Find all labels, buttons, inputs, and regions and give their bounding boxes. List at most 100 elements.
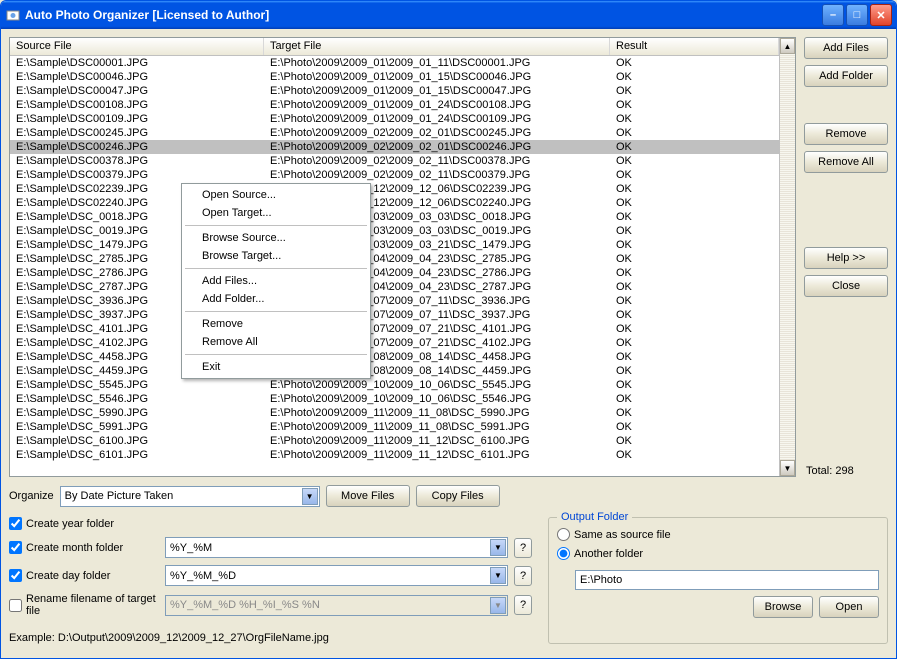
add-files-button[interactable]: Add Files: [804, 37, 888, 59]
list-row[interactable]: E:\Sample\DSC02239.JPGE:\Photo\2009\2009…: [10, 182, 779, 196]
list-row[interactable]: E:\Sample\DSC_6101.JPGE:\Photo\2009\2009…: [10, 448, 779, 462]
menu-open-target[interactable]: Open Target...: [184, 204, 368, 222]
cell-result: OK: [610, 280, 779, 294]
menu-open-source[interactable]: Open Source...: [184, 186, 368, 204]
cell-result: OK: [610, 266, 779, 280]
menu-separator: [185, 225, 367, 226]
cell-result: OK: [610, 196, 779, 210]
browse-button[interactable]: Browse: [753, 596, 813, 618]
list-row[interactable]: E:\Sample\DSC_2787.JPGE:\Photo\2009\2009…: [10, 280, 779, 294]
scroll-down-button[interactable]: ▼: [780, 460, 795, 476]
list-row[interactable]: E:\Sample\DSC_4458.JPGE:\Photo\2009\2009…: [10, 350, 779, 364]
rename-checkbox[interactable]: Rename filename of target file: [9, 593, 159, 617]
year-folder-checkbox[interactable]: Create year folder: [9, 517, 114, 530]
list-row[interactable]: E:\Sample\DSC_3936.JPGE:\Photo\2009\2009…: [10, 294, 779, 308]
list-row[interactable]: E:\Sample\DSC_5545.JPGE:\Photo\2009\2009…: [10, 378, 779, 392]
move-files-button[interactable]: Move Files: [326, 485, 410, 507]
cell-target: E:\Photo\2009\2009_11\2009_11_08\DSC_599…: [264, 420, 610, 434]
list-row[interactable]: E:\Sample\DSC00378.JPGE:\Photo\2009\2009…: [10, 154, 779, 168]
list-row[interactable]: E:\Sample\DSC_6100.JPGE:\Photo\2009\2009…: [10, 434, 779, 448]
remove-all-button[interactable]: Remove All: [804, 151, 888, 173]
list-row[interactable]: E:\Sample\DSC_5546.JPGE:\Photo\2009\2009…: [10, 392, 779, 406]
day-help-button[interactable]: ?: [514, 566, 532, 586]
output-group-title: Output Folder: [557, 511, 632, 523]
list-header[interactable]: Source File Target File Result: [10, 38, 779, 56]
cell-result: OK: [610, 168, 779, 182]
add-folder-button[interactable]: Add Folder: [804, 65, 888, 87]
list-row[interactable]: E:\Sample\DSC_0018.JPGE:\Photo\2009\2009…: [10, 210, 779, 224]
cell-source: E:\Sample\DSC00378.JPG: [10, 154, 264, 168]
cell-result: OK: [610, 252, 779, 266]
rename-help-button[interactable]: ?: [514, 595, 532, 615]
chevron-down-icon[interactable]: ▼: [490, 539, 506, 556]
month-help-button[interactable]: ?: [514, 538, 532, 558]
menu-remove[interactable]: Remove: [184, 315, 368, 333]
titlebar[interactable]: Auto Photo Organizer [Licensed to Author…: [1, 1, 896, 29]
day-format-combo[interactable]: %Y_%M_%D▼: [165, 565, 508, 586]
list-row[interactable]: E:\Sample\DSC00245.JPGE:\Photo\2009\2009…: [10, 126, 779, 140]
cell-result: OK: [610, 364, 779, 378]
list-row[interactable]: E:\Sample\DSC00001.JPGE:\Photo\2009\2009…: [10, 56, 779, 70]
list-row[interactable]: E:\Sample\DSC_3937.JPGE:\Photo\2009\2009…: [10, 308, 779, 322]
copy-files-button[interactable]: Copy Files: [416, 485, 500, 507]
list-row[interactable]: E:\Sample\DSC_4102.JPGE:\Photo\2009\2009…: [10, 336, 779, 350]
context-menu[interactable]: Open Source... Open Target... Browse Sou…: [181, 183, 371, 379]
scroll-track[interactable]: [780, 54, 795, 460]
cell-result: OK: [610, 406, 779, 420]
column-source[interactable]: Source File: [10, 38, 264, 55]
menu-add-files[interactable]: Add Files...: [184, 272, 368, 290]
cell-result: OK: [610, 448, 779, 462]
file-list[interactable]: Source File Target File Result E:\Sample…: [9, 37, 796, 477]
list-row[interactable]: E:\Sample\DSC_4459.JPGE:\Photo\2009\2009…: [10, 364, 779, 378]
menu-browse-target[interactable]: Browse Target...: [184, 247, 368, 265]
list-row[interactable]: E:\Sample\DSC00047.JPGE:\Photo\2009\2009…: [10, 84, 779, 98]
menu-exit[interactable]: Exit: [184, 358, 368, 376]
help-button[interactable]: Help >>: [804, 247, 888, 269]
list-scrollbar[interactable]: ▲ ▼: [779, 38, 795, 476]
list-row[interactable]: E:\Sample\DSC_0019.JPGE:\Photo\2009\2009…: [10, 224, 779, 238]
cell-target: E:\Photo\2009\2009_11\2009_11_12\DSC_610…: [264, 448, 610, 462]
column-target[interactable]: Target File: [264, 38, 610, 55]
cell-target: E:\Photo\2009\2009_02\2009_02_01\DSC0024…: [264, 140, 610, 154]
scroll-up-button[interactable]: ▲: [780, 38, 795, 54]
close-window-button[interactable]: ✕: [870, 4, 892, 26]
cell-target: E:\Photo\2009\2009_11\2009_11_12\DSC_610…: [264, 434, 610, 448]
list-row[interactable]: E:\Sample\DSC02240.JPGE:\Photo\2009\2009…: [10, 196, 779, 210]
organize-combo[interactable]: By Date Picture Taken ▼: [60, 486, 320, 507]
list-row[interactable]: E:\Sample\DSC00379.JPGE:\Photo\2009\2009…: [10, 168, 779, 182]
chevron-down-icon[interactable]: ▼: [302, 488, 318, 505]
open-button[interactable]: Open: [819, 596, 879, 618]
list-row[interactable]: E:\Sample\DSC00109.JPGE:\Photo\2009\2009…: [10, 112, 779, 126]
day-folder-checkbox[interactable]: Create day folder: [9, 569, 159, 582]
menu-add-folder[interactable]: Add Folder...: [184, 290, 368, 308]
another-folder-radio[interactable]: Another folder: [557, 547, 879, 560]
cell-target: E:\Photo\2009\2009_10\2009_10_06\DSC_554…: [264, 378, 610, 392]
remove-button[interactable]: Remove: [804, 123, 888, 145]
list-row[interactable]: E:\Sample\DSC_4101.JPGE:\Photo\2009\2009…: [10, 322, 779, 336]
cell-result: OK: [610, 350, 779, 364]
month-folder-checkbox[interactable]: Create month folder: [9, 541, 159, 554]
total-count: Total: 298: [804, 465, 888, 477]
close-button[interactable]: Close: [804, 275, 888, 297]
menu-browse-source[interactable]: Browse Source...: [184, 229, 368, 247]
list-row[interactable]: E:\Sample\DSC_1479.JPGE:\Photo\2009\2009…: [10, 238, 779, 252]
minimize-button[interactable]: –: [822, 4, 844, 26]
menu-remove-all[interactable]: Remove All: [184, 333, 368, 351]
output-path-input[interactable]: [575, 570, 879, 590]
cell-result: OK: [610, 98, 779, 112]
column-result[interactable]: Result: [610, 38, 779, 55]
chevron-down-icon[interactable]: ▼: [490, 567, 506, 584]
list-row[interactable]: E:\Sample\DSC00108.JPGE:\Photo\2009\2009…: [10, 98, 779, 112]
list-row[interactable]: E:\Sample\DSC00246.JPGE:\Photo\2009\2009…: [10, 140, 779, 154]
month-format-combo[interactable]: %Y_%M▼: [165, 537, 508, 558]
list-row[interactable]: E:\Sample\DSC_2785.JPGE:\Photo\2009\2009…: [10, 252, 779, 266]
cell-source: E:\Sample\DSC00108.JPG: [10, 98, 264, 112]
list-row[interactable]: E:\Sample\DSC00046.JPGE:\Photo\2009\2009…: [10, 70, 779, 84]
list-row[interactable]: E:\Sample\DSC_5991.JPGE:\Photo\2009\2009…: [10, 420, 779, 434]
cell-source: E:\Sample\DSC_5991.JPG: [10, 420, 264, 434]
list-row[interactable]: E:\Sample\DSC_2786.JPGE:\Photo\2009\2009…: [10, 266, 779, 280]
maximize-button[interactable]: □: [846, 4, 868, 26]
list-row[interactable]: E:\Sample\DSC_5990.JPGE:\Photo\2009\2009…: [10, 406, 779, 420]
cell-source: E:\Sample\DSC00246.JPG: [10, 140, 264, 154]
same-as-source-radio[interactable]: Same as source file: [557, 528, 879, 541]
